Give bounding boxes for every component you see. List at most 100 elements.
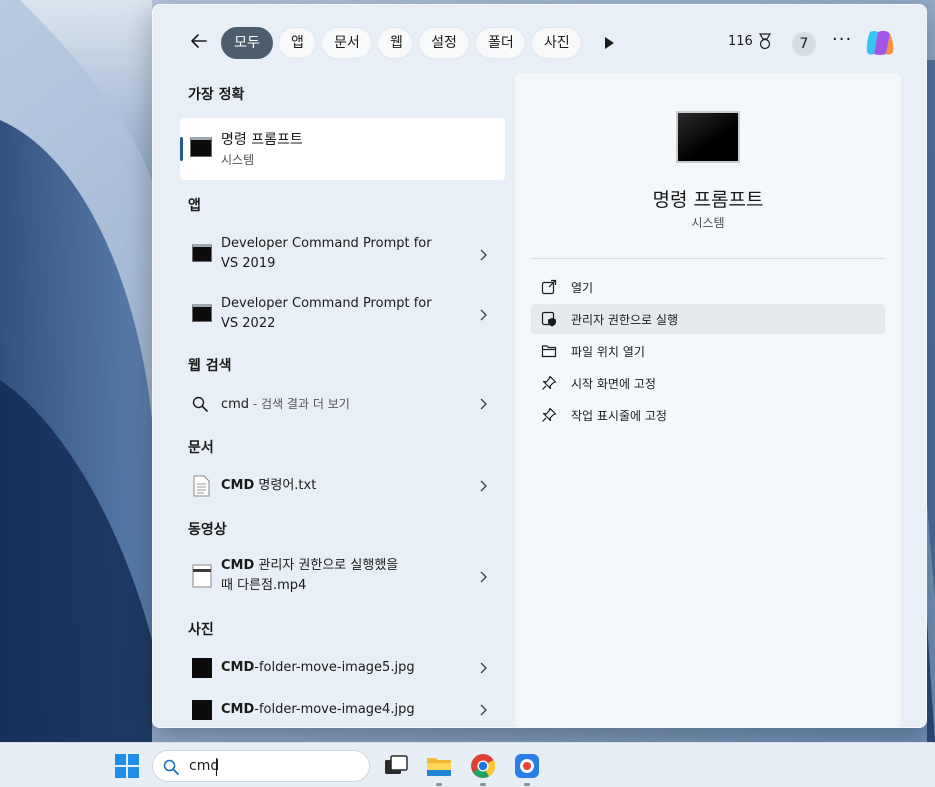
video-file-icon bbox=[192, 564, 212, 588]
section-documents: 문서 bbox=[188, 440, 214, 456]
app-title-line1: Developer Command Prompt for bbox=[221, 296, 432, 311]
list-item[interactable]: CMD-folder-move-image4.jpg bbox=[180, 692, 505, 728]
taskbar: cmd bbox=[0, 742, 935, 787]
document-title-rest: 명령어.txt bbox=[254, 478, 317, 493]
chevron-right-icon[interactable] bbox=[479, 398, 487, 410]
section-best-match: 가장 정확 bbox=[188, 87, 245, 103]
folder-icon bbox=[541, 345, 557, 358]
search-icon bbox=[192, 396, 208, 412]
chevron-right-icon[interactable] bbox=[479, 249, 487, 261]
tab-all[interactable]: 모두 bbox=[221, 27, 273, 59]
photo-title: CMD-folder-move-image4.jpg bbox=[221, 700, 415, 720]
action-open[interactable]: 열기 bbox=[531, 272, 885, 302]
command-prompt-icon bbox=[192, 244, 212, 262]
list-item[interactable]: CMD 명령어.txt bbox=[180, 468, 505, 504]
tab-settings[interactable]: 설정 bbox=[418, 27, 470, 59]
chevron-right-icon[interactable] bbox=[479, 309, 487, 321]
filter-bar: 모두 앱 문서 웹 설정 폴더 사진 116 7 ··· bbox=[152, 4, 927, 76]
divider bbox=[531, 258, 885, 259]
chrome-icon[interactable] bbox=[469, 752, 497, 780]
command-prompt-preview bbox=[676, 111, 740, 163]
section-web-search: 웹 검색 bbox=[188, 358, 232, 374]
chevron-right-icon[interactable] bbox=[479, 662, 487, 674]
tab-documents[interactable]: 문서 bbox=[321, 27, 372, 59]
detail-pane: 명령 프롬프트 시스템 열기 관리자 권한으로 실행 파일 위치 열기 시작 화… bbox=[515, 73, 901, 728]
shield-icon bbox=[541, 311, 556, 327]
action-pin-to-start[interactable]: 시작 화면에 고정 bbox=[531, 368, 885, 398]
running-indicator bbox=[480, 783, 486, 786]
list-item[interactable]: CMD-folder-move-image5.jpg bbox=[180, 650, 505, 686]
image-thumbnail bbox=[192, 700, 212, 720]
pin-icon bbox=[542, 407, 557, 422]
medal-icon[interactable] bbox=[757, 33, 773, 51]
action-run-as-admin[interactable]: 관리자 권한으로 실행 bbox=[531, 304, 885, 334]
video-title-line1: CMD 관리자 권한으로 실행했을 bbox=[221, 556, 398, 576]
selection-accent bbox=[180, 137, 183, 161]
detail-title: 명령 프롬프트 bbox=[652, 189, 764, 211]
tab-folders[interactable]: 폴더 bbox=[475, 27, 526, 59]
document-title: CMD 명령어.txt bbox=[221, 476, 316, 496]
document-title-bold: CMD bbox=[221, 478, 255, 493]
action-label: 열기 bbox=[571, 281, 594, 295]
video-title-bold: CMD bbox=[221, 558, 255, 573]
action-pin-to-taskbar[interactable]: 작업 표시줄에 고정 bbox=[531, 400, 885, 430]
open-icon bbox=[541, 279, 557, 295]
photo-title-rest: -folder-move-image5.jpg bbox=[254, 660, 415, 675]
text-file-icon bbox=[193, 475, 210, 497]
list-item[interactable]: Developer Command Prompt for VS 2019 bbox=[180, 228, 505, 284]
windows-start-icon[interactable] bbox=[115, 754, 139, 778]
app-title-line2: VS 2022 bbox=[221, 316, 276, 331]
photo-title: CMD-folder-move-image5.jpg bbox=[221, 658, 415, 678]
action-open-file-location[interactable]: 파일 위치 열기 bbox=[531, 336, 885, 366]
start-search-panel: 모두 앱 문서 웹 설정 폴더 사진 116 7 ··· 가장 정확 명령 프롬… bbox=[152, 4, 927, 728]
detail-subtitle: 시스템 bbox=[691, 216, 725, 230]
best-match-title: 명령 프롬프트 bbox=[221, 132, 303, 148]
chevron-right-icon[interactable] bbox=[479, 704, 487, 716]
running-indicator bbox=[524, 783, 530, 786]
search-results: 가장 정확 명령 프롬프트 시스템 앱 Developer Command Pr… bbox=[152, 76, 512, 728]
photo-title-bold: CMD bbox=[221, 660, 255, 675]
app-title-line2: VS 2019 bbox=[221, 256, 276, 271]
app-title-line1: Developer Command Prompt for bbox=[221, 236, 432, 251]
command-prompt-icon bbox=[192, 304, 212, 322]
chevron-right-icon[interactable] bbox=[479, 571, 487, 583]
rewards-points: 116 bbox=[728, 34, 753, 49]
back-arrow-icon[interactable] bbox=[188, 30, 210, 52]
play-icon[interactable] bbox=[601, 35, 617, 51]
command-prompt-icon bbox=[190, 137, 212, 157]
pin-icon bbox=[542, 375, 557, 390]
photo-title-rest: -folder-move-image4.jpg bbox=[254, 702, 415, 717]
best-match-item[interactable]: 명령 프롬프트 시스템 bbox=[180, 118, 505, 180]
list-item[interactable]: cmd - 검색 결과 더 보기 bbox=[180, 386, 505, 422]
web-query: cmd bbox=[221, 397, 250, 412]
action-label: 작업 표시줄에 고정 bbox=[571, 409, 667, 423]
action-label: 관리자 권한으로 실행 bbox=[571, 313, 678, 327]
text-caret bbox=[216, 758, 217, 776]
search-input[interactable]: cmd bbox=[189, 758, 219, 774]
tab-apps[interactable]: 앱 bbox=[278, 27, 316, 59]
file-explorer-icon[interactable] bbox=[425, 752, 453, 780]
section-apps: 앱 bbox=[188, 198, 201, 214]
photo-title-bold: CMD bbox=[221, 702, 255, 717]
action-label: 시작 화면에 고정 bbox=[571, 377, 656, 391]
tab-photos[interactable]: 사진 bbox=[531, 27, 582, 59]
screen-recorder-icon[interactable] bbox=[513, 752, 541, 780]
more-options-icon[interactable]: ··· bbox=[832, 31, 852, 52]
tab-web[interactable]: 웹 bbox=[377, 27, 413, 59]
running-indicator bbox=[436, 783, 442, 786]
task-view-icon[interactable] bbox=[382, 752, 410, 780]
list-item[interactable]: CMD 관리자 권한으로 실행했을 때 다른점.mp4 bbox=[180, 550, 505, 606]
copilot-icon[interactable] bbox=[864, 28, 896, 58]
list-item[interactable]: Developer Command Prompt for VS 2022 bbox=[180, 288, 505, 344]
best-match-subtitle: 시스템 bbox=[221, 153, 255, 167]
video-title-rest: 관리자 권한으로 실행했을 bbox=[254, 558, 399, 573]
web-suffix: - 검색 결과 더 보기 bbox=[249, 397, 350, 411]
chevron-right-icon[interactable] bbox=[479, 480, 487, 492]
search-icon bbox=[163, 759, 179, 775]
section-videos: 동영상 bbox=[188, 522, 227, 538]
video-title-line2: 때 다른점.mp4 bbox=[221, 578, 307, 593]
notification-badge[interactable]: 7 bbox=[792, 32, 816, 56]
web-search-text: cmd - 검색 결과 더 보기 bbox=[221, 394, 350, 415]
action-label: 파일 위치 열기 bbox=[571, 345, 645, 359]
taskbar-search-box[interactable]: cmd bbox=[152, 750, 370, 782]
